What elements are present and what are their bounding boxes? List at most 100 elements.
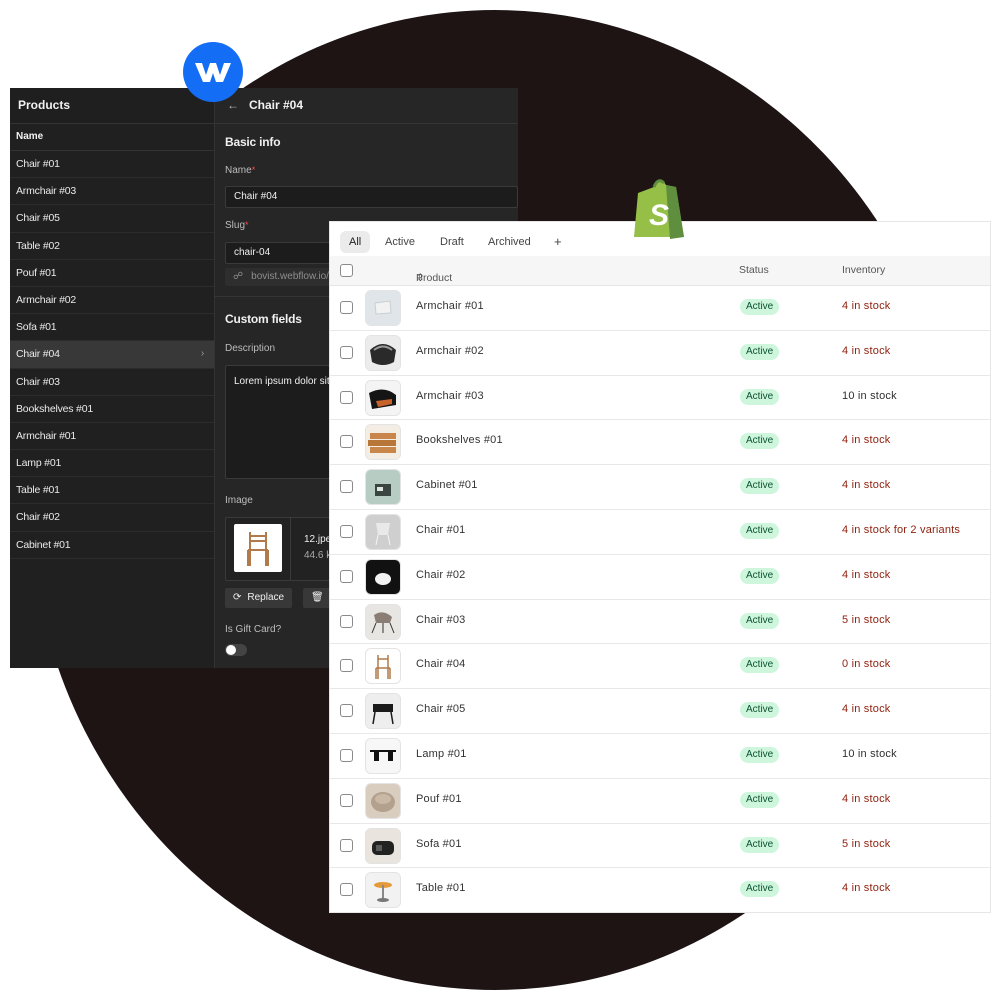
table-row[interactable]: Armchair #03 Active 10 in stock	[330, 375, 990, 421]
row-checkbox[interactable]	[340, 525, 353, 538]
table-row[interactable]: Chair #05 Active 4 in stock	[330, 688, 990, 734]
row-checkbox[interactable]	[340, 569, 353, 583]
name-field[interactable]: Chair #04	[225, 186, 518, 208]
product-name[interactable]: Chair #01	[416, 524, 466, 536]
row-checkbox[interactable]	[340, 883, 353, 897]
status-badge: Active	[740, 881, 780, 898]
status-badge: Active	[740, 657, 780, 674]
collection-item[interactable]: Armchair #03	[10, 178, 214, 206]
editor-title: Chair #04	[249, 98, 304, 112]
row-checkbox[interactable]	[340, 345, 353, 359]
status-badge: Active	[740, 433, 780, 450]
tab-active[interactable]: Active	[376, 231, 424, 253]
row-checkbox[interactable]	[340, 435, 353, 449]
status-badge: Active	[740, 702, 780, 719]
shopify-logo-icon: S	[630, 175, 690, 241]
product-name[interactable]: Pouf #01	[416, 793, 462, 805]
collection-item[interactable]: Chair #01	[10, 151, 214, 179]
table-row[interactable]: Armchair #01 Active 4 in stock	[330, 285, 990, 331]
table-row[interactable]: Chair #04 Active 0 in stock	[330, 643, 990, 690]
product-name[interactable]: Cabinet #01	[416, 479, 478, 491]
table-row[interactable]: Pouf #01 Active 4 in stock	[330, 778, 990, 824]
gift-card-label: Is Gift Card?	[225, 624, 282, 635]
product-thumbnail	[365, 379, 401, 416]
image-filename: 12.jpe	[304, 534, 332, 545]
tab-archived[interactable]: Archived	[479, 231, 540, 253]
slug-label: Slug*	[225, 220, 249, 231]
product-name[interactable]: Armchair #02	[416, 345, 484, 357]
table-row[interactable]: Chair #02 Active 4 in stock	[330, 554, 990, 600]
collection-item-label: Table #02	[16, 239, 60, 252]
collection-item[interactable]: Armchair #01	[10, 423, 214, 451]
status-badge: Active	[740, 747, 780, 763]
table-row[interactable]: Sofa #01 Active 5 in stock	[330, 823, 990, 869]
delete-image-button[interactable]: 🗑	[303, 588, 331, 608]
row-checkbox[interactable]	[340, 838, 353, 852]
collection-item[interactable]: Chair #04 ›	[10, 341, 214, 369]
collection-item-label: Armchair #02	[16, 293, 77, 306]
inventory-count: 4 in stock	[842, 300, 891, 312]
product-name[interactable]: Bookshelves #01	[416, 434, 503, 446]
collection-item-label: Armchair #01	[16, 429, 77, 442]
collection-item[interactable]: Lamp #01	[10, 450, 214, 478]
table-row[interactable]: Armchair #02 Active 4 in stock	[330, 330, 990, 376]
table-row[interactable]: Table #01 Active 4 in stock	[330, 867, 990, 912]
table-row[interactable]: Lamp #01 Active 10 in stock	[330, 733, 990, 779]
collection-item[interactable]: Cabinet #01	[10, 532, 214, 559]
row-checkbox[interactable]	[340, 480, 353, 494]
product-name[interactable]: Chair #02	[416, 569, 466, 581]
basic-info-heading: Basic info	[225, 135, 281, 149]
collection-item[interactable]: Bookshelves #01	[10, 396, 214, 423]
row-checkbox[interactable]	[340, 793, 353, 807]
table-row[interactable]: Cabinet #01 Active 4 in stock	[330, 464, 990, 510]
row-checkbox[interactable]	[340, 704, 353, 718]
table-row[interactable]: Bookshelves #01 Active 4 in stock	[330, 419, 990, 466]
product-name[interactable]: Chair #04	[416, 658, 466, 670]
shopify-products-panel: All Active Draft Archived + Product ⇕ St…	[330, 222, 990, 912]
sort-icon: ⇕	[416, 272, 425, 284]
table-row[interactable]: Chair #03 Active 5 in stock	[330, 599, 990, 645]
collection-item-label: Pouf #01	[16, 266, 57, 279]
product-thumbnail	[365, 648, 401, 685]
gift-card-toggle[interactable]	[225, 644, 247, 656]
row-checkbox[interactable]	[340, 749, 353, 762]
collection-item[interactable]: Chair #03	[10, 369, 214, 396]
product-name[interactable]: Chair #03	[416, 614, 466, 626]
status-badge: Active	[740, 388, 780, 405]
row-checkbox[interactable]	[340, 614, 353, 628]
collection-item[interactable]: Table #01	[10, 477, 214, 505]
collection-item-label: Chair #01	[16, 158, 60, 170]
collection-item[interactable]: Pouf #01	[10, 260, 214, 287]
row-checkbox[interactable]	[340, 390, 353, 404]
product-thumbnail	[365, 603, 401, 640]
collection-item[interactable]: Table #02	[10, 233, 214, 260]
collection-list: Products Name Chair #01 Armchair #03 Chair…	[10, 88, 215, 668]
back-arrow-icon[interactable]: ←	[227, 98, 239, 112]
tab-all[interactable]: All	[340, 231, 371, 253]
product-name[interactable]: Armchair #01	[416, 300, 484, 312]
collection-item[interactable]: Chair #02	[10, 504, 214, 532]
status-column-header: Status	[739, 264, 769, 276]
add-view-button[interactable]: +	[545, 231, 571, 253]
product-name[interactable]: Sofa #01	[416, 838, 462, 850]
product-thumbnail	[365, 738, 401, 774]
product-name[interactable]: Armchair #03	[416, 390, 484, 402]
replace-image-button[interactable]: ⟳ Replace	[225, 588, 293, 608]
product-name[interactable]: Chair #05	[416, 703, 466, 715]
collection-item-label: Chair #03	[16, 375, 60, 388]
collection-item[interactable]: Chair #05	[10, 205, 214, 233]
table-header: Product ⇕ Status Inventory	[330, 256, 990, 286]
collection-item-label: Table #01	[16, 484, 60, 497]
select-all-checkbox[interactable]	[340, 264, 353, 277]
product-thumbnail	[365, 872, 401, 909]
inventory-count: 4 in stock	[842, 882, 891, 895]
product-name[interactable]: Table #01	[416, 882, 466, 894]
table-row[interactable]: Chair #01 Active 4 in stock for 2 variants	[330, 509, 990, 555]
row-checkbox[interactable]	[340, 301, 353, 314]
collection-item[interactable]: Armchair #02	[10, 287, 214, 315]
tab-draft[interactable]: Draft	[431, 231, 473, 253]
status-badge: Active	[740, 343, 780, 360]
product-name[interactable]: Lamp #01	[416, 748, 467, 760]
collection-item[interactable]: Sofa #01	[10, 314, 214, 342]
row-checkbox[interactable]	[340, 659, 353, 673]
